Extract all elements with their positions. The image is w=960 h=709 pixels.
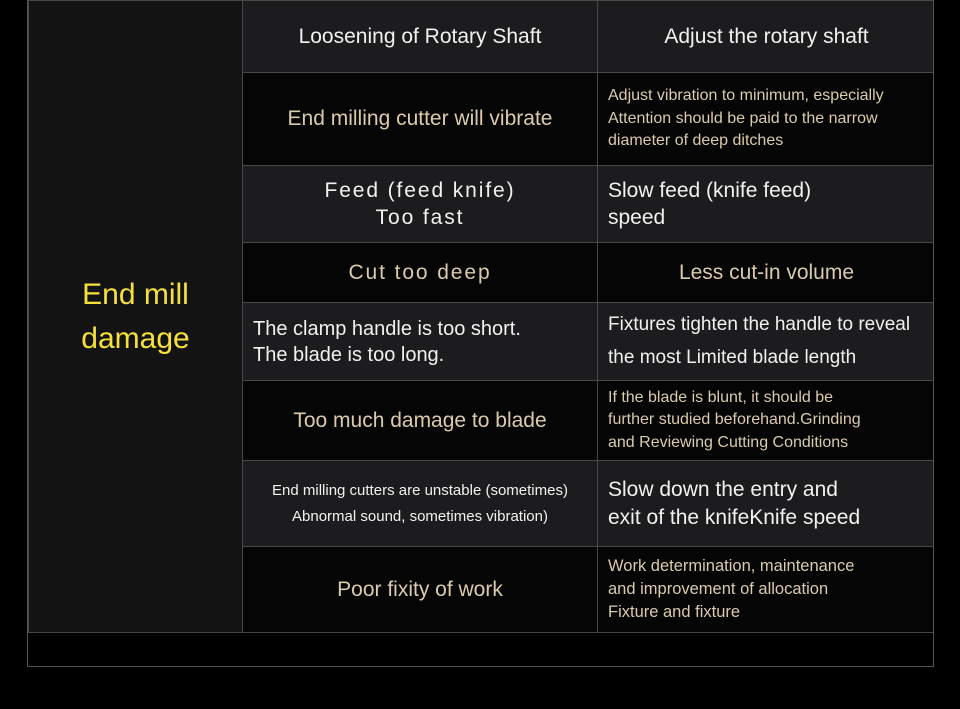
cause-cell: Cut too deep: [242, 242, 598, 303]
remedy-text: Slow feed (knife feed) speed: [608, 178, 812, 229]
remedy-cell: Work determination, maintenance and impr…: [597, 546, 933, 633]
cause-cell: Too much damage to blade: [242, 380, 598, 461]
remedy-cell: Slow down the entry and exit of the knif…: [597, 460, 933, 547]
cause-cell: Feed (feed knife) Too fast: [242, 165, 598, 243]
remedy-text: Less cut-in volume: [678, 260, 855, 284]
remedy-cell: Slow feed (knife feed) speed: [597, 165, 933, 243]
cause-text: Cut too deep: [348, 260, 492, 284]
remedy-cell: Adjust the rotary shaft: [597, 0, 933, 73]
troubleshooting-table: End mill damage Loosening of Rotary Shaf…: [28, 0, 933, 633]
cause-cell: End milling cutters are unstable (someti…: [242, 460, 598, 547]
category-cell-end-mill-damage: End mill damage: [28, 0, 243, 633]
remedy-text: Work determination, maintenance and impr…: [608, 556, 855, 622]
category-label: End mill damage: [81, 278, 190, 355]
remedy-text: If the blade is blunt, it should be furt…: [608, 388, 861, 451]
remedy-text: Adjust the rotary shaft: [664, 24, 869, 48]
remedy-text: Fixtures tighten the handle to reveal th…: [608, 313, 911, 368]
cause-text: The clamp handle is too short. The blade…: [253, 317, 521, 366]
cause-cell: The clamp handle is too short. The blade…: [242, 302, 598, 381]
remedy-cell: Less cut-in volume: [597, 242, 933, 303]
table-row: End mill damage Loosening of Rotary Shaf…: [28, 0, 933, 633]
cause-text: Loosening of Rotary Shaft: [298, 24, 542, 48]
remedy-text: Adjust vibration to minimum, especially …: [608, 87, 884, 150]
cause-cell: Poor fixity of work: [242, 546, 598, 633]
cause-text: Poor fixity of work: [337, 577, 503, 601]
troubleshooting-table-container: End mill damage Loosening of Rotary Shaf…: [27, 0, 934, 667]
remedy-cell: If the blade is blunt, it should be furt…: [597, 380, 933, 461]
slide-canvas: End mill damage Loosening of Rotary Shaf…: [0, 0, 960, 709]
cause-text: End milling cutters are unstable (someti…: [272, 481, 568, 525]
cause-cell: End milling cutter will vibrate: [242, 72, 598, 166]
cause-cell: Loosening of Rotary Shaft: [242, 0, 598, 73]
remedy-cell: Adjust vibration to minimum, especially …: [597, 72, 933, 166]
remedy-text: Slow down the entry and exit of the knif…: [608, 478, 861, 529]
cause-text: Feed (feed knife) Too fast: [324, 178, 516, 229]
cause-text: Too much damage to blade: [293, 408, 547, 432]
cause-text: End milling cutter will vibrate: [287, 107, 553, 131]
remedy-cell: Fixtures tighten the handle to reveal th…: [597, 302, 933, 381]
